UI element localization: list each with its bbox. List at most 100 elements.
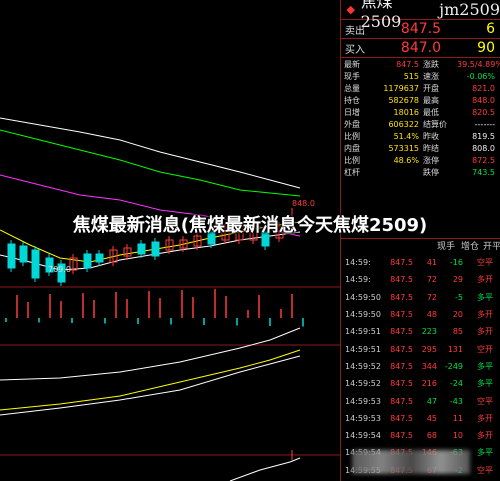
tick-type: 多开 <box>477 327 493 337</box>
buy-label: 买入 <box>345 44 365 56</box>
tick-type: 多平 <box>477 379 493 389</box>
stat-label: 外盘 <box>344 120 360 129</box>
tick-time: 14:59: <box>345 258 371 268</box>
tick-header-volume: 现手 <box>437 242 456 252</box>
tick-price: 847.5 <box>390 396 413 406</box>
contract-code: jm2509 <box>439 0 500 19</box>
tick-oi-change: -5 <box>455 292 463 302</box>
tick-oi-change: -24 <box>449 379 463 389</box>
tick-row[interactable]: 14:59:51 847.5 295 131 空开 <box>341 340 500 357</box>
tick-volume: 216 <box>421 379 437 389</box>
stat-value: 1179637 <box>383 84 419 93</box>
tick-row[interactable]: 14:59:54 847.5 68 10 多开 <box>341 427 500 444</box>
tick-volume: 68 <box>426 431 437 441</box>
tick-time: 14:59:51 <box>345 344 381 354</box>
tick-volume: 47 <box>426 396 437 406</box>
tick-row[interactable]: 14:59:52 847.5 216 -24 多平 <box>341 375 500 392</box>
stat-value: 819.5 <box>472 132 495 141</box>
tick-price: 847.5 <box>390 327 413 337</box>
tick-type: 空平 <box>477 396 493 406</box>
candle-body <box>83 253 92 269</box>
tick-row[interactable]: 14:59: 847.5 72 29 多开 <box>341 271 500 288</box>
tick-oi-change: 10 <box>452 431 463 441</box>
tick-row[interactable]: 14:59: 847.5 41 -16 空平 <box>341 254 500 271</box>
stat-value: 39.5/4.89% <box>457 60 500 69</box>
tick-volume: 48 <box>426 310 437 320</box>
watermark-title: 焦煤最新消息(焦煤最新消息今天焦煤2509) <box>72 215 428 236</box>
stat-value: 48.6% <box>393 156 419 165</box>
sell-volume: 6 <box>486 21 495 37</box>
stat-value: 848.0 <box>472 96 495 105</box>
buy-price: 847.0 <box>400 40 441 56</box>
stat-value: 515 <box>403 72 419 81</box>
stat-value: 872.5 <box>472 156 495 165</box>
candle-body <box>31 249 40 279</box>
stat-label: 最新 <box>344 60 360 69</box>
tick-oi-change: 85 <box>452 327 463 337</box>
tick-volume: 223 <box>421 327 437 337</box>
tick-volume: 72 <box>426 275 437 285</box>
kline-chart[interactable]: 848.0 709.0 <box>0 0 340 481</box>
stat-label: 总量 <box>344 84 360 93</box>
stat-value: 743.5 <box>472 168 495 177</box>
tick-price: 847.5 <box>390 413 413 423</box>
candle-body <box>137 243 146 255</box>
tick-price: 847.5 <box>390 344 413 354</box>
tick-price: 847.5 <box>390 275 413 285</box>
chart-canvas: 848.0 709.0 <box>0 0 340 481</box>
tick-time: 14:59:50 <box>345 310 381 320</box>
stat-label: 跌停 <box>423 168 439 177</box>
tick-row[interactable]: 14:59:50 847.5 48 20 多开 <box>341 306 500 323</box>
stat-value: 821.0 <box>472 84 495 93</box>
stat-label: 最低 <box>423 108 439 117</box>
stat-label: 最高 <box>423 96 439 105</box>
tick-list[interactable]: 14:59: 847.5 41 -16 空平 14:59: 847.5 72 29 多开 14:59… <box>341 254 500 481</box>
tick-header: 现手 增仓 开平 <box>341 238 500 252</box>
tick-row[interactable]: 14:59:51 847.5 223 85 多开 <box>341 323 500 340</box>
tick-row[interactable]: 14:59:53 847.5 45 11 多开 <box>341 410 500 427</box>
tick-oi-change: -16 <box>449 258 463 268</box>
tick-row[interactable]: 14:59:53 847.5 47 -43 空平 <box>341 392 500 409</box>
tick-header-type: 开平 <box>483 242 500 252</box>
tick-volume: 41 <box>426 258 437 268</box>
stat-value: 606322 <box>388 120 419 129</box>
stat-value: ------- <box>474 120 495 129</box>
stat-label: 比例 <box>344 156 360 165</box>
tick-type: 多开 <box>477 431 493 441</box>
tick-row[interactable]: 14:59:52 847.5 344 -249 多平 <box>341 358 500 375</box>
candle-body <box>151 241 160 257</box>
tick-type: 多开 <box>477 413 493 423</box>
sell-label: 卖出 <box>345 25 365 37</box>
tick-volume: 45 <box>426 413 437 423</box>
stat-value: 820.5 <box>472 108 495 117</box>
tick-oi-change: -249 <box>444 361 463 371</box>
blurred-overlay <box>352 450 470 474</box>
contract-header[interactable]: ◆ 焦煤2509 jm2509 <box>341 0 500 31</box>
indicator-line <box>229 457 301 481</box>
tick-time: 14:59:54 <box>345 431 381 441</box>
ma-line <box>0 117 301 189</box>
tick-time: 14:59:53 <box>345 396 381 406</box>
tick-volume: 72 <box>426 292 437 302</box>
tick-oi-change: -43 <box>449 396 463 406</box>
stat-label: 涨停 <box>423 156 439 165</box>
stat-label: 结算价 <box>423 120 447 129</box>
stat-label: 涨跌 <box>423 60 439 69</box>
indicator-line <box>0 355 301 416</box>
stat-label: 杠杆 <box>344 168 360 177</box>
stat-label: 持仓 <box>344 96 360 105</box>
tick-volume: 344 <box>421 361 437 371</box>
tag-icon: ◆ <box>346 2 356 16</box>
stat-label: 内盘 <box>344 144 360 153</box>
quote-panel: ◆ 焦煤2509 jm2509 卖出 847.5 6 买入 847.0 90 最… <box>340 0 500 481</box>
tick-price: 847.5 <box>390 379 413 389</box>
indicator-line <box>0 327 301 381</box>
tick-type: 多平 <box>477 292 493 302</box>
stat-label: 开盘 <box>423 84 439 93</box>
tick-time: 14:59:52 <box>345 361 381 371</box>
tick-type: 多开 <box>477 310 493 320</box>
stat-label: 现手 <box>344 72 360 81</box>
tick-row[interactable]: 14:59:50 847.5 72 -5 多平 <box>341 289 500 306</box>
high-price-label: 848.0 <box>292 199 315 208</box>
tick-price: 847.5 <box>390 258 413 268</box>
